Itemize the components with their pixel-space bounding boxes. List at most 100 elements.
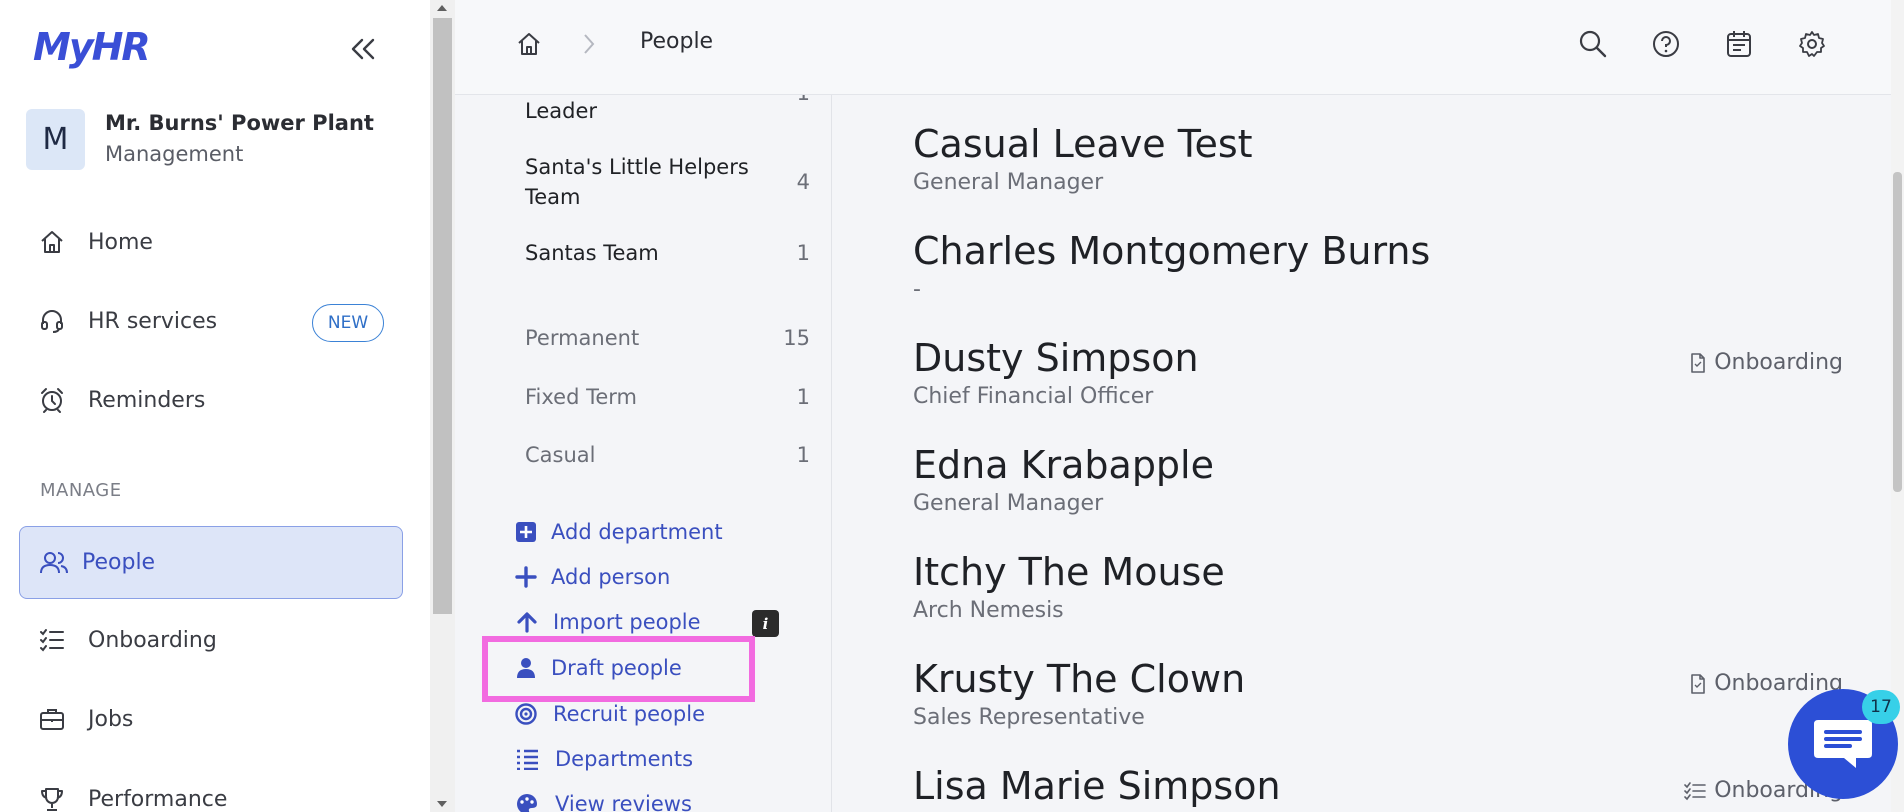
filter-count: 1 xyxy=(796,443,810,467)
import-info-icon[interactable]: i xyxy=(752,610,779,637)
document-icon xyxy=(1690,673,1706,694)
list-item[interactable]: Casual Leave Test General Manager xyxy=(913,122,1843,198)
calendar-button[interactable] xyxy=(1723,28,1755,60)
filter-label: Leader xyxy=(525,99,598,123)
gear-icon xyxy=(1799,31,1825,57)
scrollbar-thumb[interactable] xyxy=(1893,172,1902,492)
filter-team-santas-little-helpers[interactable]: Santa's Little Helpers Team 4 xyxy=(525,152,810,212)
filter-type-permanent[interactable]: Permanent 15 xyxy=(525,326,810,350)
top-bar: People xyxy=(455,0,1891,95)
list-item[interactable]: Lisa Marie Simpson Onboarding xyxy=(913,764,1843,810)
list-item[interactable]: Dusty Simpson Chief Financial Officer On… xyxy=(913,336,1843,412)
scroll-down-arrow-icon[interactable] xyxy=(437,801,447,807)
new-badge: NEW xyxy=(312,304,384,342)
person-name: Edna Krabapple xyxy=(913,443,1214,487)
recruit-people-button[interactable]: Recruit people xyxy=(515,702,705,726)
scroll-up-arrow-icon[interactable] xyxy=(437,5,447,11)
draft-people-button[interactable]: Draft people xyxy=(515,656,682,680)
list-item[interactable]: Edna Krabapple General Manager xyxy=(913,443,1843,519)
home-icon xyxy=(518,33,540,55)
main-scrollbar[interactable] xyxy=(1891,0,1904,812)
add-department-button[interactable]: Add department xyxy=(515,520,723,544)
filter-label: Fixed Term xyxy=(525,385,637,409)
chat-bubble-icon xyxy=(1814,720,1872,768)
filter-team-santas-team[interactable]: Santas Team 1 xyxy=(525,241,810,265)
person-title: Arch Nemesis xyxy=(913,598,1064,623)
org-switcher[interactable]: M Mr. Burns' Power Plant Management xyxy=(26,108,374,170)
import-people-button[interactable]: Import people xyxy=(515,610,701,634)
alarm-clock-icon xyxy=(26,386,82,414)
sidebar-item-reminders[interactable]: Reminders xyxy=(26,372,401,428)
action-label: Departments xyxy=(555,747,694,771)
sidebar-item-performance[interactable]: Performance xyxy=(26,771,401,812)
departments-button[interactable]: Departments xyxy=(515,747,693,771)
sidebar-item-jobs[interactable]: Jobs xyxy=(26,691,401,747)
settings-button[interactable] xyxy=(1796,28,1828,60)
action-label: Add department xyxy=(551,520,723,544)
breadcrumb-home-button[interactable] xyxy=(515,30,543,58)
filter-count: 1 xyxy=(796,385,810,409)
person-title: Sales Representative xyxy=(913,705,1145,730)
filter-label: Permanent xyxy=(525,326,640,350)
status-label: Onboarding xyxy=(1714,350,1843,375)
briefcase-icon xyxy=(26,705,82,733)
people-icon xyxy=(20,549,76,577)
list-item[interactable]: Itchy The Mouse Arch Nemesis xyxy=(913,550,1843,626)
person-name: Charles Montgomery Burns xyxy=(913,229,1431,273)
filter-type-casual[interactable]: Casual 1 xyxy=(525,443,810,467)
person-title: Chief Financial Officer xyxy=(913,384,1154,409)
search-button[interactable] xyxy=(1577,28,1609,60)
org-name: Mr. Burns' Power Plant xyxy=(105,111,374,135)
status-badge: Onboarding xyxy=(1690,350,1843,375)
action-label: Draft people xyxy=(551,656,682,680)
filter-type-fixed-term[interactable]: Fixed Term 1 xyxy=(525,385,810,409)
collapse-sidebar-button[interactable] xyxy=(346,34,380,64)
list-item[interactable]: Charles Montgomery Burns - xyxy=(913,229,1843,305)
chat-unread-badge: 17 xyxy=(1862,690,1900,724)
status-badge: Onboarding xyxy=(1690,671,1843,696)
plus-icon xyxy=(515,566,551,588)
person-title: - xyxy=(913,277,921,302)
sidebar-item-label: Jobs xyxy=(88,706,134,732)
document-icon xyxy=(1690,352,1706,373)
calendar-icon xyxy=(1727,31,1751,57)
person-title: General Manager xyxy=(913,170,1104,195)
add-person-button[interactable]: Add person xyxy=(515,565,670,589)
person-title: General Manager xyxy=(913,491,1104,516)
checklist-icon xyxy=(26,626,82,654)
help-circle-icon xyxy=(1653,31,1679,57)
list-item[interactable]: Krusty The Clown Sales Representative On… xyxy=(913,657,1843,733)
sidebar-item-onboarding[interactable]: Onboarding xyxy=(26,612,401,668)
manage-section-label: MANAGE xyxy=(40,480,122,501)
breadcrumb-current: People xyxy=(640,29,714,54)
help-button[interactable] xyxy=(1650,28,1682,60)
org-role: Management xyxy=(105,142,244,166)
sidebar-item-people[interactable]: People xyxy=(19,526,403,599)
filter-count: 1 xyxy=(797,95,810,123)
filter-team-leader[interactable]: Leader 1 xyxy=(525,95,810,123)
action-label: Recruit people xyxy=(553,702,705,726)
home-icon xyxy=(26,228,82,256)
myhr-logo[interactable]: MyHR xyxy=(33,24,159,70)
sidebar-item-label: HR services xyxy=(88,308,218,334)
sidebar-item-label: Performance xyxy=(88,786,228,812)
search-icon xyxy=(1579,30,1607,58)
org-avatar: M xyxy=(26,108,85,170)
sidebar: MyHR M Mr. Burns' Power Plant Management… xyxy=(0,0,430,812)
sidebar-scrollbar[interactable] xyxy=(430,0,455,812)
sidebar-item-home[interactable]: Home xyxy=(26,214,401,270)
scrollbar-thumb[interactable] xyxy=(433,18,452,614)
sidebar-item-label: Onboarding xyxy=(88,627,217,653)
action-label: Import people xyxy=(553,610,701,634)
view-reviews-button[interactable]: View reviews xyxy=(515,792,692,812)
sidebar-item-label: People xyxy=(82,550,156,575)
filter-label: Casual xyxy=(525,443,596,467)
palette-icon xyxy=(515,793,551,812)
person-icon xyxy=(515,657,551,679)
chevron-right-icon xyxy=(581,32,597,56)
svg-text:MyHR: MyHR xyxy=(33,25,149,69)
list-icon xyxy=(515,748,551,770)
action-label: Add person xyxy=(551,565,671,589)
people-filters: Leader 1 Santa's Little Helpers Team 4 S… xyxy=(455,95,832,812)
target-icon xyxy=(515,703,551,725)
